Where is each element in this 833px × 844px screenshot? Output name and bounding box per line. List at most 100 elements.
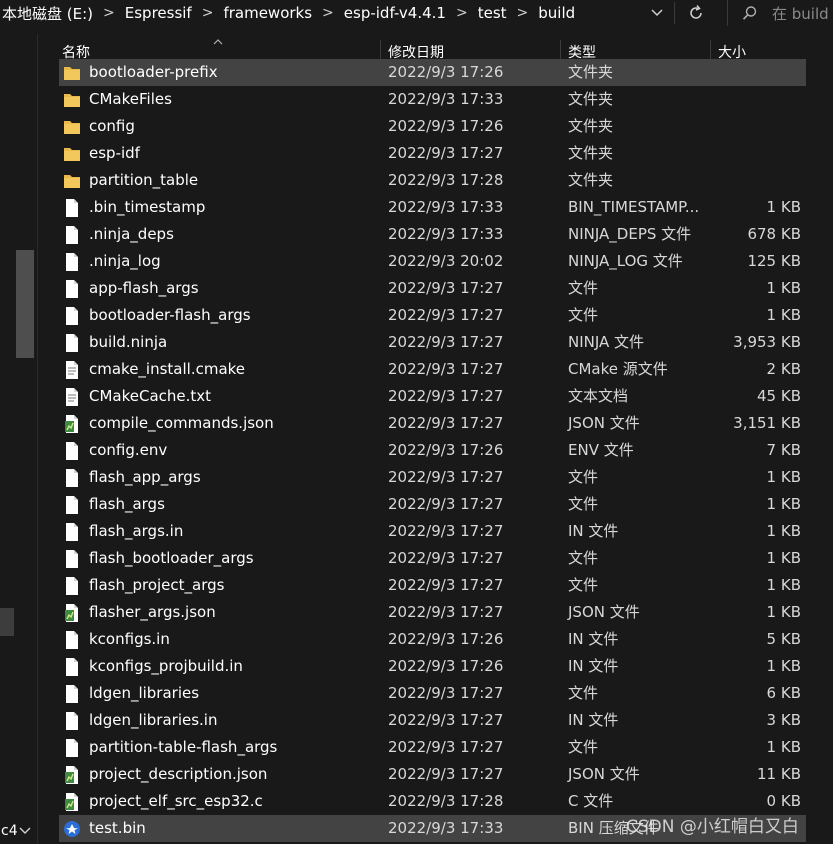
file-row[interactable]: project_elf_src_esp32.c 2022/9/3 17:28 C 文… <box>59 788 806 815</box>
file-date: 2022/9/3 17:27 <box>388 144 504 162</box>
file-name: config.env <box>89 441 168 459</box>
file-row[interactable]: CMakeCache.txt 2022/9/3 17:27 文本文档 45 KB <box>59 383 806 410</box>
file-date: 2022/9/3 17:27 <box>388 738 504 756</box>
address-bar[interactable]: 本地磁盘 (E:) > Espressif > frameworks > esp… <box>0 0 833 26</box>
text-file-icon <box>63 387 81 407</box>
file-icon <box>63 738 81 758</box>
address-history-dropdown[interactable] <box>642 0 672 26</box>
file-name: project_description.json <box>89 765 268 783</box>
file-row[interactable]: ldgen_libraries.in 2022/9/3 17:27 IN 文件 3 K… <box>59 707 806 734</box>
file-row[interactable]: .ninja_log 2022/9/3 20:02 NINJA_LOG 文件 125 … <box>59 248 806 275</box>
file-row[interactable]: config.env 2022/9/3 17:26 ENV 文件 7 KB <box>59 437 806 464</box>
breadcrumb-build[interactable]: build <box>536 4 577 22</box>
file-row[interactable]: CMakeFiles 2022/9/3 17:33 文件夹 <box>59 86 806 113</box>
breadcrumb-separator-icon[interactable]: > <box>314 5 342 21</box>
file-type: IN 文件 <box>568 657 619 675</box>
file-row[interactable]: flash_bootloader_args 2022/9/3 17:27 文件 1 K… <box>59 545 806 572</box>
breadcrumb[interactable]: 本地磁盘 (E:) > Espressif > frameworks > esp… <box>0 0 640 26</box>
address-divider <box>674 2 675 24</box>
file-icon <box>63 333 81 353</box>
file-name: .ninja_log <box>89 252 161 270</box>
breadcrumb-drive[interactable]: 本地磁盘 (E:) <box>0 3 95 24</box>
vertical-scrollbar[interactable] <box>806 68 833 844</box>
file-row[interactable]: config 2022/9/3 17:26 文件夹 <box>59 113 806 140</box>
file-row[interactable]: app-flash_args 2022/9/3 17:27 文件 1 KB <box>59 275 806 302</box>
file-row[interactable]: project_description.json 2022/9/3 17:27 JS… <box>59 761 806 788</box>
file-row[interactable]: flash_args 2022/9/3 17:27 文件 1 KB <box>59 491 806 518</box>
file-name: flasher_args.json <box>89 603 216 621</box>
file-date: 2022/9/3 17:27 <box>388 468 504 486</box>
file-row[interactable]: flash_project_args 2022/9/3 17:27 文件 1 KB <box>59 572 806 599</box>
file-row[interactable]: .bin_timestamp 2022/9/3 17:33 BIN_TIMESTAM… <box>59 194 806 221</box>
file-size: 1 KB <box>766 198 801 216</box>
navigation-pane[interactable]: c4 <box>0 34 38 844</box>
file-row[interactable]: ldgen_libraries 2022/9/3 17:27 文件 6 KB <box>59 680 806 707</box>
sort-ascending-icon <box>213 39 223 45</box>
breadcrumb-test[interactable]: test <box>476 4 509 22</box>
file-name: bootloader-prefix <box>89 63 218 81</box>
nav-selected-item[interactable] <box>0 608 14 636</box>
breadcrumb-separator-icon[interactable]: > <box>509 5 537 21</box>
file-row[interactable]: bootloader-prefix 2022/9/3 17:26 文件夹 <box>59 59 806 86</box>
file-row[interactable]: bootloader-flash_args 2022/9/3 17:27 文件 1 K… <box>59 302 806 329</box>
file-list[interactable]: bootloader-prefix 2022/9/3 17:26 文件夹 CMakeF… <box>59 59 806 844</box>
file-date: 2022/9/3 17:27 <box>388 711 504 729</box>
file-name: bootloader-flash_args <box>89 306 251 324</box>
file-date: 2022/9/3 17:26 <box>388 630 504 648</box>
breadcrumb-separator-icon[interactable]: > <box>448 5 476 21</box>
file-row[interactable]: partition-table-flash_args 2022/9/3 17:27… <box>59 734 806 761</box>
file-name: test.bin <box>89 819 146 837</box>
file-row[interactable]: esp-idf 2022/9/3 17:27 文件夹 <box>59 140 806 167</box>
file-size: 1 KB <box>766 495 801 513</box>
file-date: 2022/9/3 20:02 <box>388 252 504 270</box>
file-date: 2022/9/3 17:28 <box>388 171 504 189</box>
file-type: 文件 <box>568 279 599 297</box>
file-date: 2022/9/3 17:27 <box>388 765 504 783</box>
file-size: 125 KB <box>747 252 801 270</box>
file-date: 2022/9/3 17:27 <box>388 360 504 378</box>
breadcrumb-separator-icon[interactable]: > <box>194 5 222 21</box>
folder-icon <box>63 117 81 137</box>
file-icon <box>63 225 81 245</box>
file-date: 2022/9/3 17:27 <box>388 306 504 324</box>
file-row[interactable]: flasher_args.json 2022/9/3 17:27 JSON 文件 1 … <box>59 599 806 626</box>
breadcrumb-frameworks[interactable]: frameworks <box>221 4 314 22</box>
refresh-button[interactable] <box>680 0 712 26</box>
file-type: NINJA_DEPS 文件 <box>568 225 692 243</box>
file-icon <box>63 549 81 569</box>
search-input[interactable]: 在 build <box>772 3 829 24</box>
breadcrumb-esp-idf[interactable]: esp-idf-v4.4.1 <box>342 4 448 22</box>
file-row[interactable]: partition_table 2022/9/3 17:28 文件夹 <box>59 167 806 194</box>
file-type: ENV 文件 <box>568 441 634 459</box>
file-row[interactable]: build.ninja 2022/9/3 17:27 NINJA 文件 3,953 K… <box>59 329 806 356</box>
file-type: 文件 <box>568 684 599 702</box>
file-icon <box>63 576 81 596</box>
file-date: 2022/9/3 17:27 <box>388 603 504 621</box>
file-size: 3,151 KB <box>733 414 801 432</box>
file-row[interactable]: kconfigs_projbuild.in 2022/9/3 17:26 IN 文件… <box>59 653 806 680</box>
file-date: 2022/9/3 17:26 <box>388 63 504 81</box>
file-size: 678 KB <box>747 225 801 243</box>
file-type: 文件 <box>568 738 599 756</box>
file-row[interactable]: flash_app_args 2022/9/3 17:27 文件 1 KB <box>59 464 806 491</box>
file-row[interactable]: flash_args.in 2022/9/3 17:27 IN 文件 1 KB <box>59 518 806 545</box>
file-row[interactable]: compile_commands.json 2022/9/3 17:27 JSON … <box>59 410 806 437</box>
breadcrumb-espressif[interactable]: Espressif <box>123 4 194 22</box>
file-icon <box>63 657 81 677</box>
nav-item-label[interactable]: c4 <box>1 823 18 839</box>
file-type: 文件夹 <box>568 144 614 162</box>
file-type: IN 文件 <box>568 711 619 729</box>
file-row[interactable]: kconfigs.in 2022/9/3 17:26 IN 文件 5 KB <box>59 626 806 653</box>
file-name: .bin_timestamp <box>89 198 206 216</box>
file-row[interactable]: cmake_install.cmake 2022/9/3 17:27 CMake 源… <box>59 356 806 383</box>
nav-scrollbar-thumb[interactable] <box>16 250 34 358</box>
search-box[interactable]: 在 build <box>727 0 833 26</box>
file-type: 文件 <box>568 468 599 486</box>
chevron-down-icon[interactable] <box>19 827 31 835</box>
file-type: IN 文件 <box>568 630 619 648</box>
file-name: kconfigs.in <box>89 630 170 648</box>
breadcrumb-separator-icon[interactable]: > <box>95 5 123 21</box>
file-row[interactable]: .ninja_deps 2022/9/3 17:33 NINJA_DEPS 文件 67… <box>59 221 806 248</box>
file-date: 2022/9/3 17:27 <box>388 333 504 351</box>
file-size: 1 KB <box>766 306 801 324</box>
